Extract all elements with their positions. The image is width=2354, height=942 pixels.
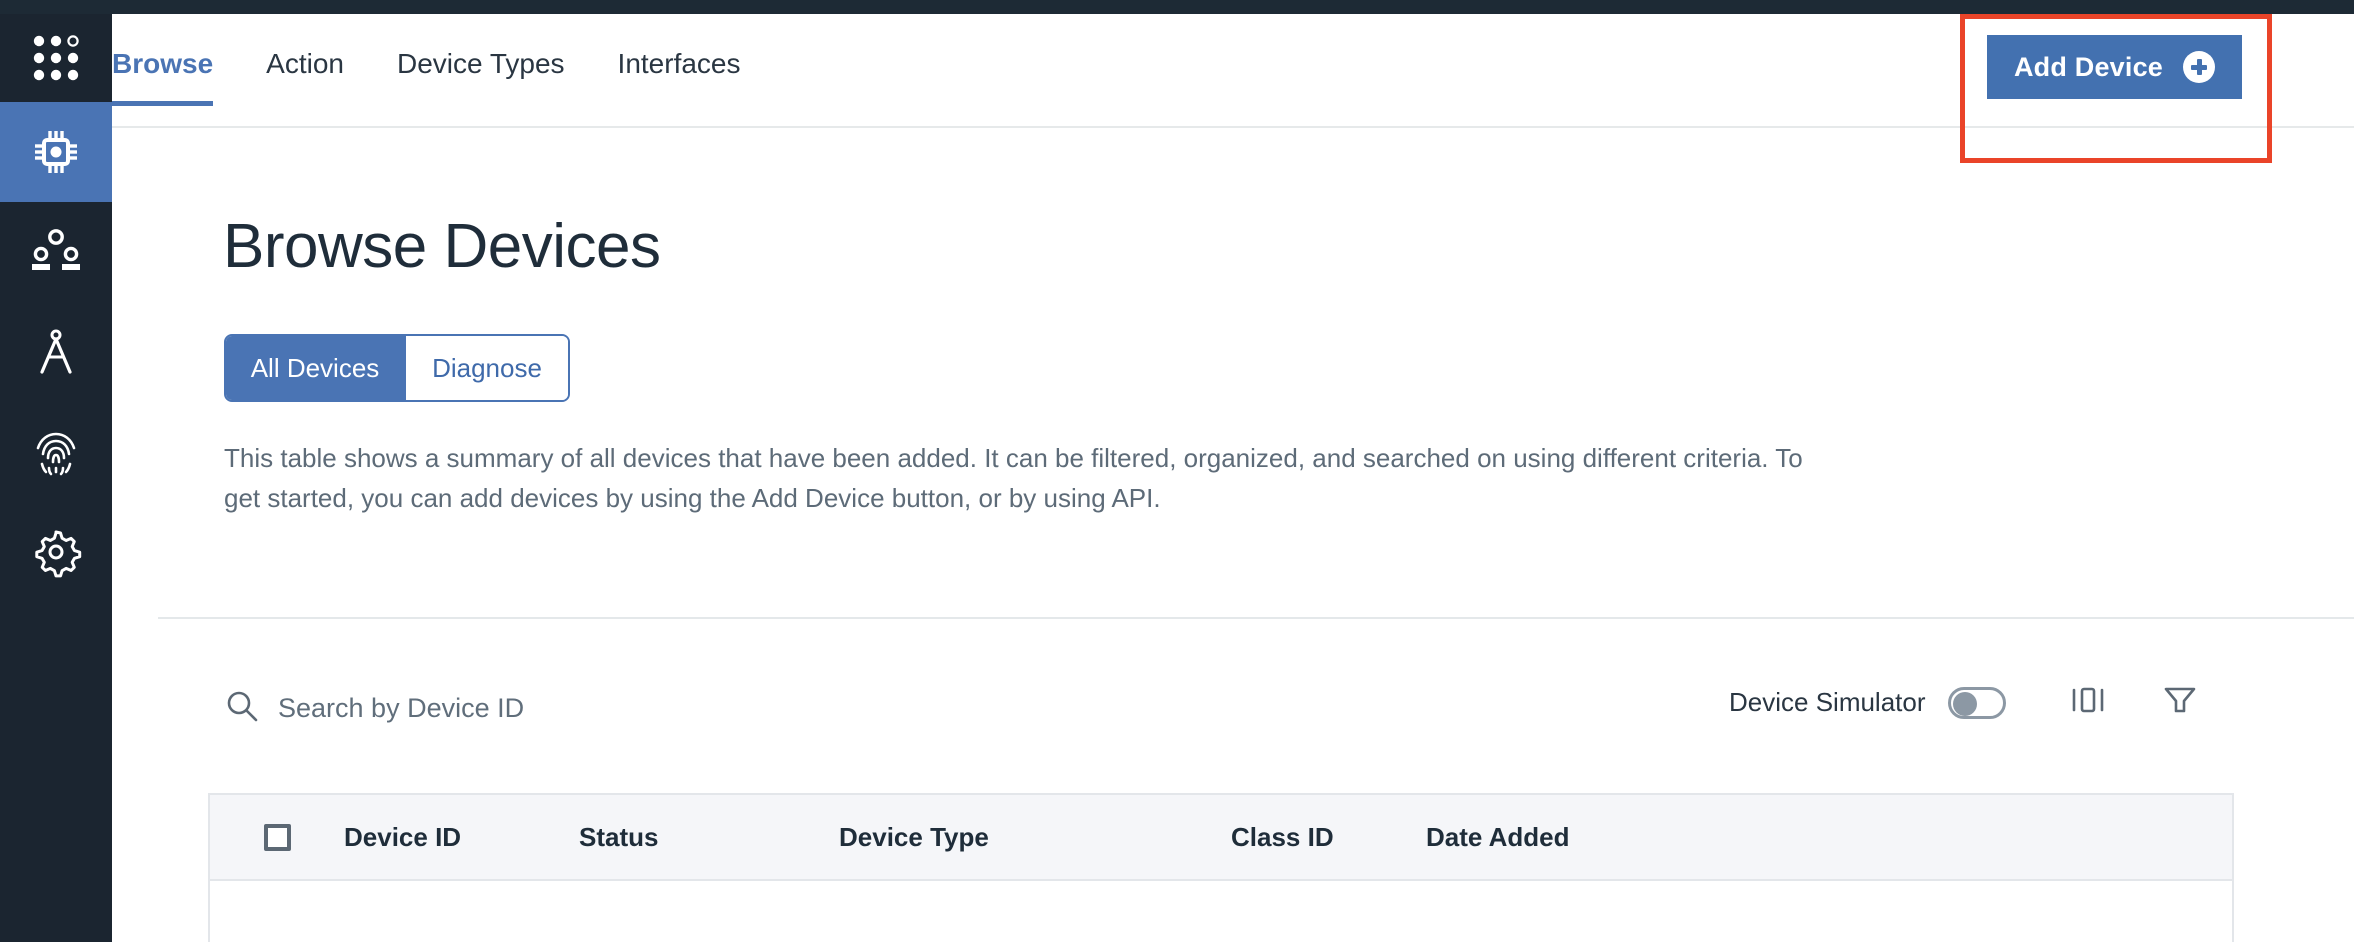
table-header-row: Device ID Status Device Type Class ID Da… <box>210 795 2232 881</box>
page-title: Browse Devices <box>223 212 661 281</box>
search-input[interactable]: Search by Device ID <box>278 693 524 724</box>
segment-diagnose[interactable]: Diagnose <box>404 336 568 400</box>
select-all-checkbox[interactable] <box>263 823 291 851</box>
plus-circle-icon <box>2183 51 2216 83</box>
column-header-device-type[interactable]: Device Type <box>839 822 1231 853</box>
app-window: Browse Action Device Types Interfaces Ad… <box>0 0 2354 942</box>
devices-table: Device ID Status Device Type Class ID Da… <box>208 793 2234 942</box>
page-description: This table shows a summary of all device… <box>224 443 1803 514</box>
sidebar <box>0 14 112 942</box>
column-header-device-id[interactable]: Device ID <box>344 822 579 853</box>
sidebar-item-users[interactable] <box>0 202 112 302</box>
segment-all-devices[interactable]: All Devices <box>226 336 404 400</box>
section-divider <box>158 617 2354 619</box>
sidebar-item-app-launcher[interactable] <box>0 14 112 102</box>
column-header-status[interactable]: Status <box>579 822 839 853</box>
people-group-icon <box>30 226 82 278</box>
table-toolbar: Device Simulator <box>1729 680 2200 725</box>
sidebar-item-settings[interactable] <box>0 502 112 602</box>
tab-action[interactable]: Action <box>266 0 344 128</box>
device-simulator-label: Device Simulator <box>1729 687 1926 717</box>
column-header-date-added[interactable]: Date Added <box>1426 822 1726 853</box>
tab-interfaces[interactable]: Interfaces <box>618 0 741 128</box>
select-all-cell <box>210 823 344 851</box>
gear-icon <box>30 526 82 578</box>
toggle-knob <box>1952 691 1977 716</box>
tab-device-types[interactable]: Device Types <box>397 0 565 128</box>
table-body <box>210 881 2232 942</box>
chip-icon <box>29 125 83 179</box>
view-segmented-control: All Devices Diagnose <box>224 334 570 402</box>
sidebar-item-security[interactable] <box>0 402 112 502</box>
filter-funnel-icon[interactable] <box>2160 680 2200 725</box>
compass-icon <box>30 326 82 378</box>
column-header-class-id[interactable]: Class ID <box>1231 822 1426 853</box>
sidebar-item-design[interactable] <box>0 302 112 402</box>
nav-tabs: Browse Action Device Types Interfaces <box>112 0 794 128</box>
device-simulator-toggle[interactable] <box>1947 686 2006 719</box>
add-device-button[interactable]: Add Device <box>1987 35 2242 99</box>
tab-browse[interactable]: Browse <box>112 0 214 128</box>
search-bar[interactable]: Search by Device ID <box>224 688 524 729</box>
fingerprint-icon <box>30 426 82 478</box>
sidebar-item-devices[interactable] <box>0 102 112 202</box>
add-device-label: Add Device <box>2013 51 2164 82</box>
columns-icon[interactable] <box>2068 680 2108 725</box>
grid-dots-icon <box>30 32 82 84</box>
search-icon <box>224 688 260 729</box>
